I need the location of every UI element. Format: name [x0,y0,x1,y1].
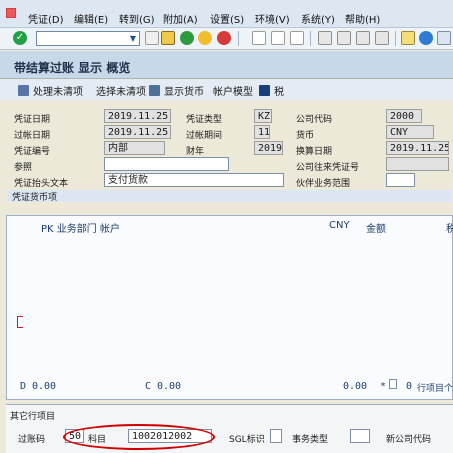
cancel-icon[interactable] [217,31,231,45]
translation-date-field[interactable]: 2019.11.25 [386,141,449,155]
line-items-grid: 凭证货币项 PK 业务部门 帐户 CNY 金额 税 D 0.00 C 0.00 … [6,190,453,400]
intercompany-field[interactable] [386,157,449,171]
translation-date-label: 换算日期 [296,147,333,157]
next-line-item-title: 其它行项目 [10,412,56,422]
doc-number-field[interactable]: 内部 [104,141,165,155]
close-window-icon[interactable] [6,8,16,18]
currency-icon [149,85,160,96]
toolbar-separator [310,31,311,46]
menu-environment[interactable]: 环境(V) [255,11,290,26]
grid-tax-header: 税 [446,224,453,235]
trading-partner-field[interactable] [386,173,415,187]
row-marker-icon [17,316,23,328]
currency-label: 货币 [296,131,315,141]
prev-page-icon[interactable] [337,31,351,45]
sgl-field[interactable] [270,429,282,443]
doc-type-field[interactable]: KZ [254,109,272,123]
doc-type-label: 凭证类型 [186,115,223,125]
back-icon[interactable] [145,31,159,45]
menu-system[interactable]: 系统(Y) [301,11,335,26]
standard-toolbar: ✓ ▼ [0,28,453,50]
doc-number-label: 凭证编号 [14,147,51,157]
next-page-icon[interactable] [356,31,370,45]
reference-field[interactable] [104,157,229,171]
balance-indicator-box [389,379,397,389]
doc-date-field[interactable]: 2019.11.25 [104,109,171,123]
reference-label: 参照 [14,163,33,173]
save-icon[interactable] [161,31,175,45]
title-bar: 带结算过账 显示 概览 [0,51,453,79]
menu-goto[interactable]: 转到(G) [119,11,155,26]
find-icon[interactable] [271,31,285,45]
menu-bar: 凭证(D) 编辑(E) 转到(G) 附加(A) 设置(S) 环境(V) 系统(Y… [0,0,453,28]
posting-period-label: 过帐期间 [186,131,223,141]
trading-partner-label: 伙伴业务范围 [296,179,351,189]
doc-header-text-label: 凭证抬头文本 [14,179,69,189]
help-icon[interactable] [419,31,433,45]
choose-open-items-label: 选择未清项 [96,87,146,98]
company-code-label: 公司代码 [296,115,333,125]
debit-sum-value: 0.00 [32,381,57,392]
transaction-type-field[interactable] [350,429,370,443]
show-currency-label: 显示货币 [164,87,204,98]
new-company-code-label: 新公司代码 [386,435,432,445]
open-items-icon [18,85,29,96]
fiscal-year-label: 财年 [186,147,205,157]
grid-amount-header: 金额 [366,224,386,235]
line-item-count-label: 行项目个数 [417,384,453,394]
currency-field[interactable]: CNY [386,125,434,139]
menu-settings[interactable]: 设置(S) [210,11,244,26]
company-code-field[interactable]: 2000 [386,109,422,123]
debit-sum-label: D [20,381,27,392]
balance-value: 0.00 [343,381,368,392]
credit-sum-value: 0.00 [157,381,182,392]
line-item-count: 0 [406,381,413,392]
print-icon[interactable] [252,31,266,45]
first-page-icon[interactable] [318,31,332,45]
tax-label: 税 [274,87,284,98]
grid-title: 凭证货币项 [8,190,451,203]
page-title: 带结算过账 显示 概览 [14,61,131,75]
info-icon [259,85,270,96]
transaction-type-label: 事务类型 [292,435,329,445]
command-field[interactable]: ▼ [36,31,140,46]
toolbar-separator [395,31,396,46]
menu-edit[interactable]: 编辑(E) [74,11,108,26]
posting-date-label: 过帐日期 [14,131,51,141]
sgl-label: SGL标识 [229,435,265,445]
doc-header-text-field[interactable]: 支付货款 [104,173,284,187]
chevron-down-icon[interactable]: ▼ [128,34,138,44]
posting-period-field[interactable]: 11 [254,125,270,139]
posting-key-label: 过账码 [18,435,46,445]
process-open-items-label: 处理未清项 [33,87,83,98]
account-model-button[interactable]: 帐户模型 [213,83,253,98]
show-currency-button[interactable]: 显示货币 [149,83,204,98]
account-model-label: 帐户模型 [213,87,253,98]
menu-extras[interactable]: 附加(A) [163,11,198,26]
last-page-icon[interactable] [375,31,389,45]
layout-icon[interactable] [401,31,415,45]
doc-date-label: 凭证日期 [14,115,51,125]
grid-currency-header: CNY [329,220,350,231]
tax-button[interactable]: 税 [259,83,284,98]
fiscal-year-field[interactable]: 2019 [254,141,283,155]
menu-document[interactable]: 凭证(D) [28,11,64,26]
check-icon[interactable]: ✓ [13,31,27,45]
grid-header: PK 业务部门 帐户 [41,224,120,235]
balance-mark: * [380,381,387,392]
find-next-icon[interactable] [290,31,304,45]
green-arrow-icon[interactable] [180,31,194,45]
toolbar-separator [238,31,239,46]
monitor-icon[interactable] [437,31,451,45]
highlight-ellipse [63,424,215,450]
exit-icon[interactable] [198,31,212,45]
menu-help[interactable]: 帮助(H) [345,11,380,26]
credit-sum-label: C [145,381,152,392]
intercompany-label: 公司往来凭证号 [296,163,360,173]
posting-date-field[interactable]: 2019.11.25 [104,125,171,139]
next-line-item-panel: 其它行项目 过账码 50 科目 1002012002 SGL标识 事务类型 新公… [6,404,453,453]
application-toolbar: 处理未清项 选择未清项 显示货币 帐户模型 税 [0,80,453,100]
process-open-items-button[interactable]: 处理未清项 [18,83,83,98]
choose-open-items-button[interactable]: 选择未清项 [96,83,146,98]
